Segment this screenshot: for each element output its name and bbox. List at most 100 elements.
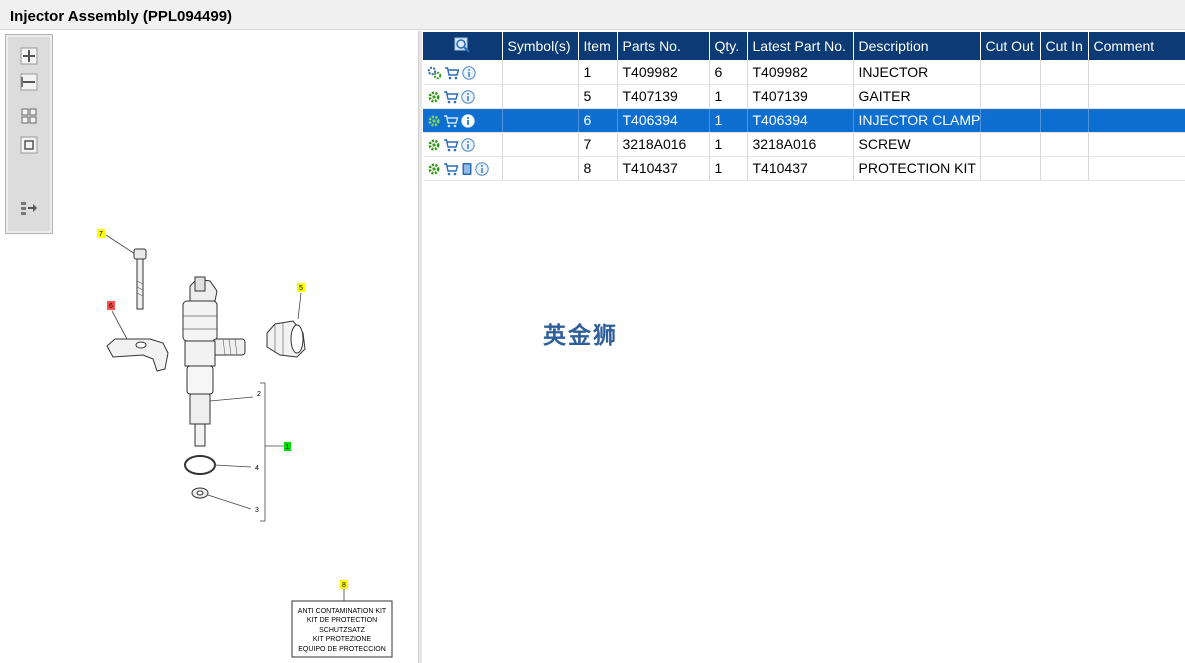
callout-1-label: 1	[286, 444, 290, 451]
cart-icon[interactable]	[444, 66, 460, 80]
cell-latest-part-no: T406394	[747, 108, 854, 133]
column-header-item[interactable]: Item	[578, 32, 618, 60]
search-icon[interactable]	[453, 36, 471, 57]
cell-cut-out	[980, 84, 1041, 109]
callout-2-label: 2	[257, 391, 261, 398]
table-header-row: Symbol(s) Item Parts No. Qty. Latest Par…	[423, 32, 1185, 60]
zoom-in-icon[interactable]	[20, 47, 38, 65]
table-row[interactable]: 1 T409982 6 T409982 INJECTOR	[423, 60, 1185, 85]
cell-item: 6	[578, 108, 618, 133]
cell-symbols	[502, 108, 579, 133]
cell-latest-part-no: T410437	[747, 156, 854, 181]
cell-symbols	[502, 84, 579, 109]
cell-item: 7	[578, 132, 618, 157]
cell-qty: 1	[709, 156, 748, 181]
cell-qty: 6	[709, 60, 748, 85]
column-header-cut-in[interactable]: Cut In	[1040, 32, 1089, 60]
cell-parts-no: T410437	[617, 156, 710, 181]
cell-comment	[1088, 84, 1185, 109]
row-actions-cell	[423, 132, 503, 157]
column-header-comment[interactable]: Comment	[1088, 32, 1185, 60]
info-icon[interactable]	[461, 114, 475, 128]
cell-symbols	[502, 60, 579, 85]
cart-icon[interactable]	[443, 138, 459, 152]
cell-comment	[1088, 132, 1185, 157]
cell-latest-part-no: T407139	[747, 84, 854, 109]
kit-label-line-3: SCHUTZSATZ	[319, 627, 365, 634]
column-header-qty[interactable]: Qty.	[709, 32, 748, 60]
exploded-view-drawing: 7 6 5 2 1 4 3 8 ANTI CONTAMINATION KIT K…	[85, 221, 415, 661]
cell-cut-in	[1040, 108, 1089, 133]
info-icon[interactable]	[462, 66, 476, 80]
column-header-symbols[interactable]: Symbol(s)	[502, 32, 579, 60]
cart-icon[interactable]	[443, 162, 459, 176]
info-icon[interactable]	[475, 162, 489, 176]
cell-qty: 1	[709, 108, 748, 133]
export-icon[interactable]	[20, 199, 38, 217]
row-actions-cell	[423, 156, 503, 181]
column-header-search[interactable]	[423, 32, 503, 60]
gear-icon[interactable]	[427, 138, 441, 152]
column-header-description[interactable]: Description	[853, 32, 981, 60]
table-row[interactable]: 8 T410437 1 T410437 PROTECTION KIT	[423, 156, 1185, 181]
callout-5-label: 5	[299, 285, 303, 292]
cell-cut-out	[980, 156, 1041, 181]
callout-3-label: 3	[255, 507, 259, 514]
table-row-selected[interactable]: 6 T406394 1 T406394 INJECTOR CLAMP	[423, 108, 1185, 133]
table-row[interactable]: 5 T407139 1 T407139 GAITER	[423, 84, 1185, 109]
pane-splitter[interactable]	[418, 31, 422, 663]
cart-icon[interactable]	[443, 114, 459, 128]
cell-cut-in	[1040, 84, 1089, 109]
callout-8-label: 8	[342, 582, 346, 589]
injector-assembly-diagram: 7 6 5 2 1 4 3 8 ANTI CONTAMINATION KIT K…	[97, 229, 393, 658]
cell-description: PROTECTION KIT	[853, 156, 981, 181]
gear-icon[interactable]	[427, 114, 441, 128]
cell-description: GAITER	[853, 84, 981, 109]
parts-grid: Symbol(s) Item Parts No. Qty. Latest Par…	[423, 32, 1185, 181]
drawing-pane[interactable]: 7 6 5 2 1 4 3 8 ANTI CONTAMINATION KIT K…	[0, 31, 418, 663]
cell-cut-out	[980, 60, 1041, 85]
cell-cut-out	[980, 132, 1041, 157]
cart-icon[interactable]	[443, 90, 459, 104]
cell-symbols	[502, 156, 579, 181]
cell-comment	[1088, 108, 1185, 133]
cell-parts-no: T407139	[617, 84, 710, 109]
watermark-logo: 英金狮	[543, 323, 618, 349]
cell-item: 8	[578, 156, 618, 181]
drawing-toolbar	[5, 34, 53, 234]
column-header-parts-no[interactable]: Parts No.	[617, 32, 710, 60]
cell-cut-out	[980, 108, 1041, 133]
row-actions-cell	[423, 60, 503, 85]
cell-description: INJECTOR	[853, 60, 981, 85]
kit-label-line-1: ANTI CONTAMINATION KIT	[298, 608, 387, 615]
kit-label-line-5: EQUIPO DE PROTECCION	[298, 646, 386, 653]
callout-4-label: 4	[255, 465, 259, 472]
info-icon[interactable]	[461, 138, 475, 152]
cell-parts-no: T409982	[617, 60, 710, 85]
zoom-out-icon[interactable]	[20, 73, 38, 91]
info-icon[interactable]	[461, 90, 475, 104]
fit-all-icon[interactable]	[20, 107, 38, 125]
kit-label-line-2: KIT DE PROTECTION	[307, 617, 377, 624]
callout-6-label: 6	[109, 303, 113, 310]
cell-parts-no: 3218A016	[617, 132, 710, 157]
column-header-latest-part-no[interactable]: Latest Part No.	[747, 32, 854, 60]
gears-icon[interactable]	[427, 66, 442, 80]
book-icon[interactable]	[461, 162, 473, 176]
parts-table: Symbol(s) Item Parts No. Qty. Latest Par…	[423, 32, 1185, 181]
actual-size-icon[interactable]	[20, 136, 38, 154]
gear-icon[interactable]	[427, 162, 441, 176]
cell-cut-in	[1040, 156, 1089, 181]
cell-latest-part-no: 3218A016	[747, 132, 854, 157]
cell-comment	[1088, 156, 1185, 181]
cell-comment	[1088, 60, 1185, 85]
cell-qty: 1	[709, 132, 748, 157]
gear-icon[interactable]	[427, 90, 441, 104]
column-header-cut-out[interactable]: Cut Out	[980, 32, 1041, 60]
callout-7-label: 7	[99, 231, 103, 238]
cell-parts-no: T406394	[617, 108, 710, 133]
cell-symbols	[502, 132, 579, 157]
cell-item: 5	[578, 84, 618, 109]
cell-latest-part-no: T409982	[747, 60, 854, 85]
table-row[interactable]: 7 3218A016 1 3218A016 SCREW	[423, 132, 1185, 157]
